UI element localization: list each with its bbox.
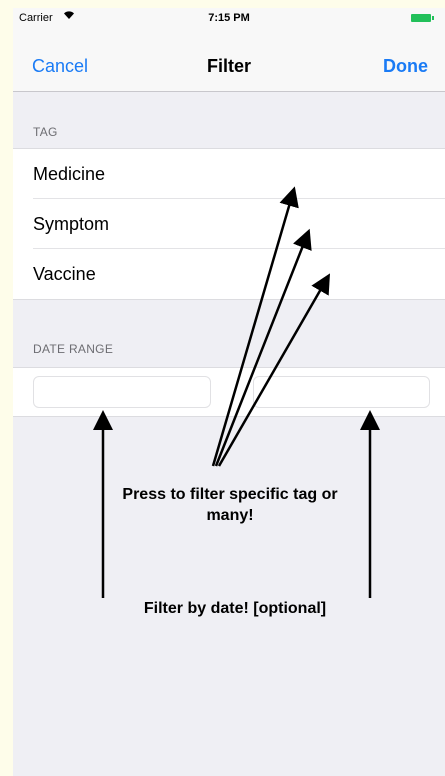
- date-range-row: [13, 367, 445, 417]
- navigation-bar: Cancel Filter Done: [13, 28, 445, 92]
- date-filter-note: Filter by date! [optional]: [143, 600, 327, 617]
- status-time: 7:15 PM: [208, 12, 250, 24]
- battery-icon: [411, 14, 439, 23]
- tag-row-medicine[interactable]: Medicine: [13, 149, 445, 199]
- status-bar: Carrier 7:15 PM: [13, 8, 445, 28]
- start-date-field[interactable]: [33, 376, 211, 408]
- tag-label: Symptom: [33, 214, 110, 234]
- tag-row-vaccine[interactable]: Vaccine: [13, 249, 445, 299]
- tag-section-header: TAG: [33, 125, 58, 139]
- done-button[interactable]: Done: [383, 56, 428, 77]
- date-range-section-header: DATE RANGE: [33, 342, 114, 356]
- tag-label: Vaccine: [33, 264, 96, 284]
- filter-screen: Carrier 7:15 PM Cancel Filter Done TAG M…: [13, 8, 445, 776]
- end-date-field[interactable]: [253, 376, 430, 408]
- tag-filter-note: Press to filter specific tag or many!: [122, 486, 338, 524]
- page-title: Filter: [206, 56, 251, 76]
- tag-list: Medicine Symptom Vaccine: [13, 148, 445, 300]
- tag-label: Medicine: [33, 164, 106, 184]
- tag-row-symptom[interactable]: Symptom: [13, 199, 445, 249]
